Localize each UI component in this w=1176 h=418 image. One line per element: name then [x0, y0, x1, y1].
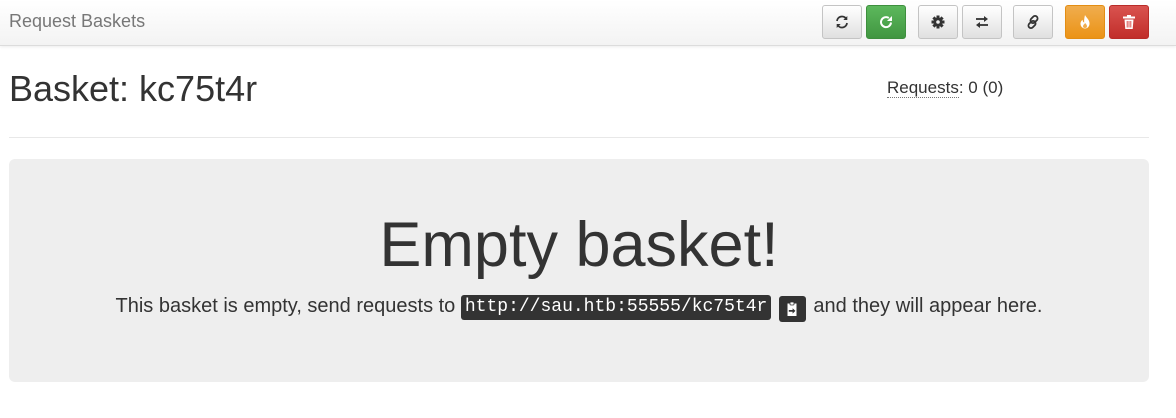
requests-label: Requests [887, 78, 959, 98]
auto-refresh-button[interactable] [866, 5, 906, 39]
trash-icon [1123, 15, 1135, 29]
copy-url-button[interactable] [778, 296, 806, 322]
empty-heading: Empty basket! [379, 210, 779, 280]
share-link-button[interactable] [1013, 5, 1053, 39]
delete-basket-button[interactable] [1109, 5, 1149, 39]
empty-basket-panel: Empty basket! This basket is empty, send… [9, 159, 1149, 382]
page-title: Basket: kc75t4r [9, 68, 258, 109]
basket-url: http://sau.htb:55555/kc75t4r [460, 295, 772, 320]
gear-icon [931, 15, 945, 29]
empty-text-before: This basket is empty, send requests to [115, 295, 461, 317]
responses-button[interactable] [962, 5, 1002, 39]
requests-counter: Requests: 0 (0) [887, 78, 1003, 98]
settings-button[interactable] [918, 5, 958, 39]
transfer-icon [976, 16, 988, 28]
brand-link[interactable]: Request Baskets [9, 11, 145, 32]
empty-message: This basket is empty, send requests to h… [9, 292, 1149, 322]
link-icon [1027, 15, 1039, 29]
empty-text-after: and they will appear here. [807, 295, 1043, 317]
clear-basket-button[interactable] [1065, 5, 1105, 39]
navbar: Request Baskets [0, 0, 1176, 46]
refresh-button[interactable] [822, 5, 862, 39]
requests-count-value: : 0 (0) [958, 78, 1004, 97]
header-divider [9, 137, 1149, 138]
refresh-icon [836, 15, 848, 29]
clipboard-icon [787, 301, 797, 316]
fire-icon [1080, 15, 1090, 29]
auto-refresh-icon [880, 16, 892, 29]
